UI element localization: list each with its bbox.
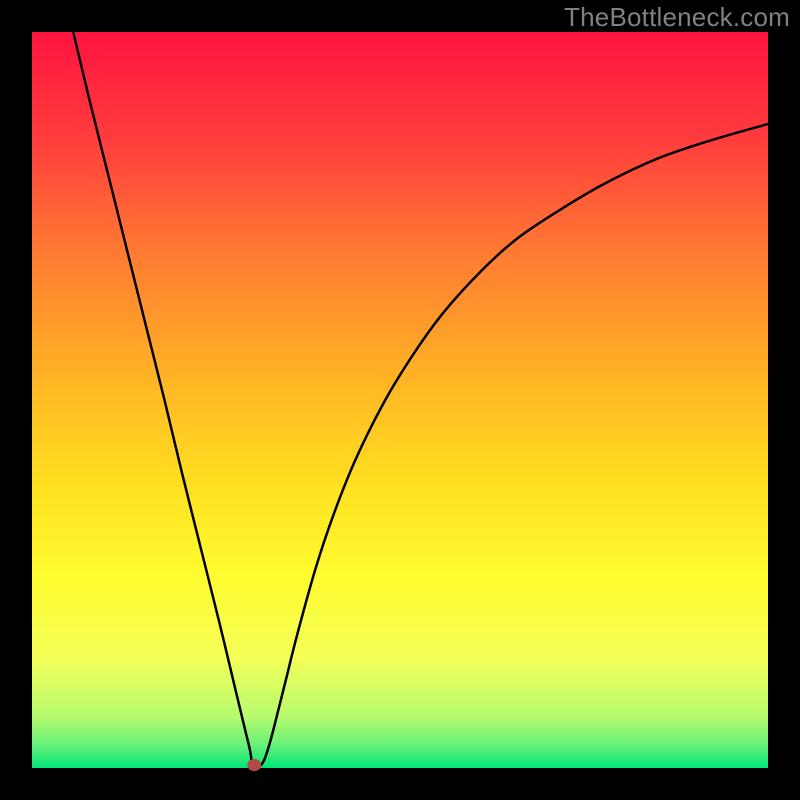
chart-container: TheBottleneck.com xyxy=(0,0,800,800)
bottleneck-chart xyxy=(0,0,800,800)
plot-background xyxy=(32,32,768,768)
attribution-label: TheBottleneck.com xyxy=(564,2,790,33)
dip-marker xyxy=(247,759,261,771)
